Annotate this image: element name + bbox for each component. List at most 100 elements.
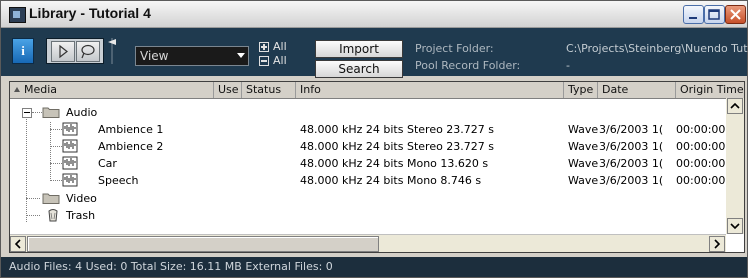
audition-tool[interactable] <box>76 41 100 62</box>
search-button[interactable]: Search <box>315 60 403 78</box>
play-arrow-icon <box>59 44 68 59</box>
media-type: Wave <box>568 140 599 153</box>
folder-trash-label: Trash <box>66 209 96 222</box>
maximize-button[interactable] <box>704 5 725 24</box>
media-row[interactable]: Car 48.000 kHz 24 bits Mono 13.620 s Wave 3… <box>10 155 736 172</box>
media-date: 3/6/2003 1( <box>599 123 664 136</box>
arrow-down-icon <box>730 223 740 230</box>
media-name: Ambience 1 <box>98 123 164 136</box>
chevron-down-icon <box>237 53 245 58</box>
column-header-row: Media Use Status Info Type Date Origin T… <box>10 82 744 99</box>
pool-record-folder-label: Pool Record Folder: <box>415 59 521 72</box>
tree-line <box>50 180 62 181</box>
collapse-icon <box>259 56 269 66</box>
status-text: Audio Files: 4 Used: 0 Total Size: 16.11… <box>9 260 333 273</box>
collapse-all-button[interactable]: All <box>259 54 319 67</box>
column-type[interactable]: Type <box>564 82 598 98</box>
media-info: 48.000 kHz 24 bits Stereo 23.727 s <box>300 140 495 153</box>
tree-row-video[interactable]: Video <box>10 190 726 207</box>
lasso-icon <box>81 44 95 59</box>
media-type: Wave <box>568 157 599 170</box>
horizontal-scrollbar[interactable] <box>10 234 726 252</box>
media-name: Car <box>98 157 117 170</box>
scroll-left-button[interactable] <box>10 236 26 252</box>
column-origin-time-label: Origin Time <box>680 83 744 96</box>
audio-file-icon <box>62 156 78 170</box>
horizontal-scroll-thumb[interactable] <box>27 236 379 252</box>
expand-icon <box>259 42 269 52</box>
audio-file-icon <box>62 173 78 187</box>
column-media-label: Media <box>24 83 58 96</box>
scroll-down-button[interactable] <box>727 218 743 234</box>
column-type-label: Type <box>568 83 594 96</box>
view-dropdown-value: View <box>140 49 169 63</box>
sort-ascending-icon <box>14 87 20 92</box>
tree-line <box>32 112 42 113</box>
column-media[interactable]: Media <box>10 82 214 98</box>
folder-icon <box>42 193 60 204</box>
app-icon <box>9 7 26 23</box>
media-row[interactable]: Ambience 1 48.000 kHz 24 bits Stereo 23.7… <box>10 121 736 138</box>
column-info[interactable]: Info <box>296 82 564 98</box>
pool-list: Media Use Status Info Type Date Origin T… <box>9 81 745 253</box>
media-row[interactable]: Speech 48.000 kHz 24 bits Mono 8.746 s Wav… <box>10 172 736 189</box>
media-date: 3/6/2003 1( <box>599 140 664 153</box>
column-origin-time[interactable]: Origin Time <box>676 82 744 98</box>
column-use-label: Use <box>218 83 239 96</box>
slider-icon <box>108 38 116 64</box>
audio-file-icon <box>62 139 78 153</box>
media-type: Wave <box>568 174 599 187</box>
project-folder-label: Project Folder: <box>415 42 494 55</box>
collapse-toggle[interactable] <box>22 108 32 118</box>
minimize-button[interactable] <box>683 5 704 24</box>
audio-file-icon <box>62 122 78 136</box>
vertical-scrollbar[interactable] <box>726 98 744 234</box>
arrow-up-icon <box>730 102 740 109</box>
tree-line <box>50 163 62 164</box>
view-dropdown[interactable]: View <box>135 46 249 66</box>
tree-line <box>26 215 40 216</box>
column-info-label: Info <box>300 83 321 96</box>
media-date: 3/6/2003 1( <box>599 157 664 170</box>
scroll-right-button[interactable] <box>709 236 725 252</box>
media-info: 48.000 kHz 24 bits Stereo 23.727 s <box>300 123 495 136</box>
expand-all-button[interactable]: All <box>259 40 319 53</box>
folder-audio-label: Audio <box>66 106 98 119</box>
import-button[interactable]: Import <box>315 40 403 58</box>
object-selection-tool[interactable] <box>51 41 75 62</box>
expand-all-label: All <box>273 40 287 53</box>
media-info: 48.000 kHz 24 bits Mono 8.746 s <box>300 174 482 187</box>
tool-group <box>46 38 104 64</box>
column-status[interactable]: Status <box>242 82 296 98</box>
collapse-all-label: All <box>273 54 287 67</box>
trash-icon <box>48 209 58 222</box>
tree-line <box>50 146 62 147</box>
info-button[interactable]: i <box>12 38 34 64</box>
status-bar: Audio Files: 4 Used: 0 Total Size: 16.11… <box>1 257 747 277</box>
volume-slider[interactable] <box>105 36 119 66</box>
media-name: Speech <box>98 174 139 187</box>
tree-row-trash[interactable]: Trash <box>10 207 726 224</box>
arrow-left-icon <box>14 239 21 249</box>
media-row[interactable]: Ambience 2 48.000 kHz 24 bits Stereo 23.7… <box>10 138 736 155</box>
column-use[interactable]: Use <box>214 82 242 98</box>
column-status-label: Status <box>246 83 282 96</box>
media-name: Ambience 2 <box>98 140 164 153</box>
tree-line <box>50 129 62 130</box>
toolbar: i View All All Import Search Project Fol… <box>1 28 748 78</box>
media-date: 3/6/2003 1( <box>599 174 664 187</box>
pool-record-folder-path: - <box>566 59 570 72</box>
folder-video-label: Video <box>66 192 97 205</box>
arrow-right-icon <box>714 239 721 249</box>
media-info: 48.000 kHz 24 bits Mono 13.620 s <box>300 157 489 170</box>
folder-icon <box>42 107 60 118</box>
media-type: Wave <box>568 123 599 136</box>
title-bar[interactable]: Library - Tutorial 4 <box>1 1 747 28</box>
tree-line <box>26 198 40 199</box>
project-folder-path: C:\Projects\Steinberg\Nuendo Tuto <box>566 42 748 55</box>
column-date[interactable]: Date <box>598 82 676 98</box>
tree-row-audio[interactable]: Audio <box>10 104 726 121</box>
close-button[interactable] <box>725 5 746 24</box>
library-window: Library - Tutorial 4 i View All All Impo… <box>0 0 748 278</box>
scroll-up-button[interactable] <box>727 98 743 114</box>
